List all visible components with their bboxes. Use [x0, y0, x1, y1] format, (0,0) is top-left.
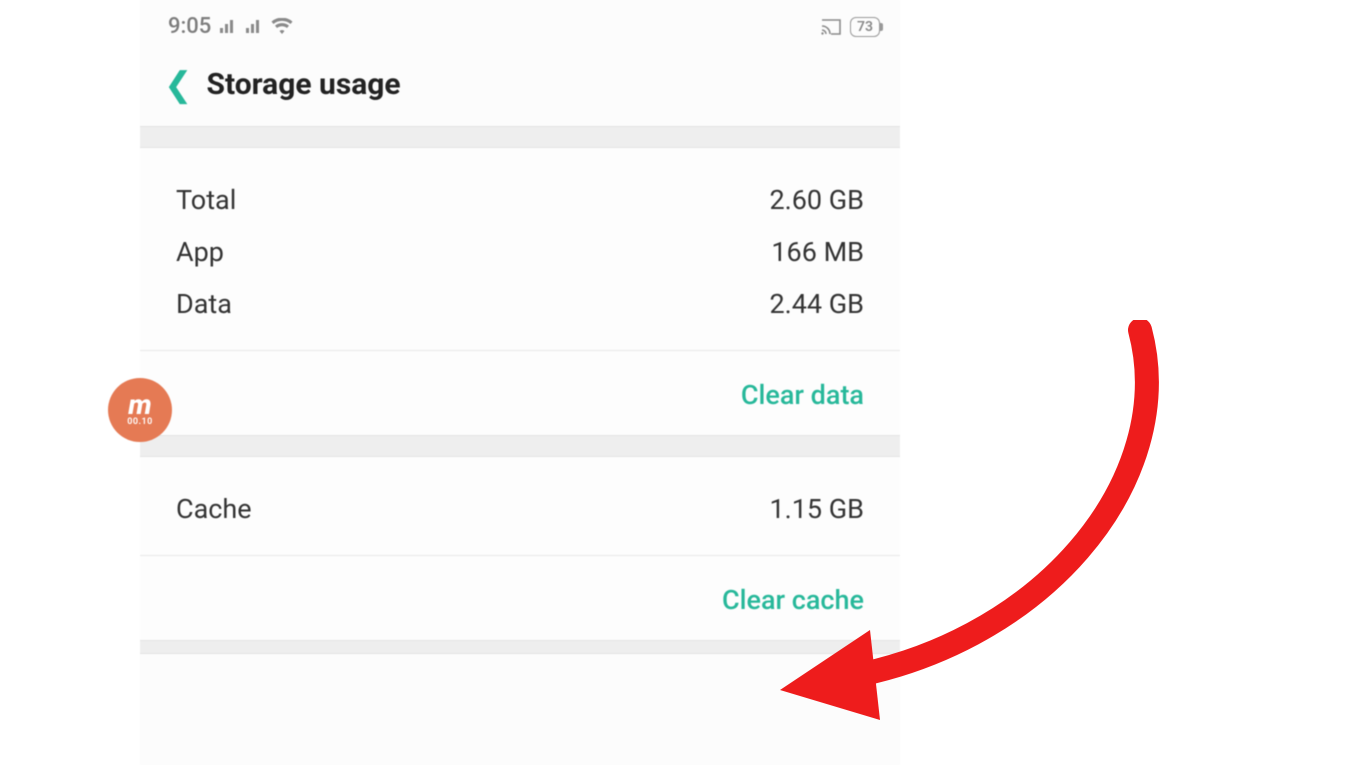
phone-screenshot: 9:05 73 ❮ Storage usage Total 2.60 GB — [140, 0, 900, 765]
cast-icon — [820, 18, 842, 36]
row-value: 2.44 GB — [769, 288, 864, 320]
page-title: Storage usage — [207, 67, 401, 102]
badge-letter: m — [128, 394, 151, 416]
status-time: 9:05 — [168, 14, 211, 39]
signal-icon — [219, 19, 237, 35]
recorder-badge-icon[interactable]: m 00.10 — [108, 378, 172, 442]
row-value: 166 MB — [771, 236, 864, 268]
row-label: Data — [176, 288, 232, 320]
battery-indicator: 73 — [850, 17, 880, 37]
clear-data-button[interactable]: Clear data — [140, 351, 900, 435]
clear-cache-button[interactable]: Clear cache — [140, 556, 900, 640]
back-icon[interactable]: ❮ — [164, 68, 193, 102]
section-divider — [140, 435, 900, 457]
wifi-icon — [271, 18, 293, 36]
storage-row-total: Total 2.60 GB — [176, 174, 864, 226]
badge-timer: 00.10 — [127, 419, 153, 426]
row-label: Cache — [176, 493, 252, 525]
page-header: ❮ Storage usage — [140, 49, 900, 126]
storage-row-data: Data 2.44 GB — [176, 278, 864, 330]
section-divider — [140, 126, 900, 148]
cache-row: Cache 1.15 GB — [176, 483, 864, 535]
signal-icon-2 — [245, 19, 263, 35]
row-value: 1.15 GB — [769, 493, 864, 525]
storage-row-app: App 166 MB — [176, 226, 864, 278]
status-bar: 9:05 73 — [140, 0, 900, 49]
storage-section: Total 2.60 GB App 166 MB Data 2.44 GB — [140, 148, 900, 350]
section-divider — [140, 640, 900, 654]
row-label: App — [176, 236, 224, 268]
row-value: 2.60 GB — [769, 184, 864, 216]
cache-section: Cache 1.15 GB — [140, 457, 900, 555]
row-label: Total — [176, 184, 236, 216]
